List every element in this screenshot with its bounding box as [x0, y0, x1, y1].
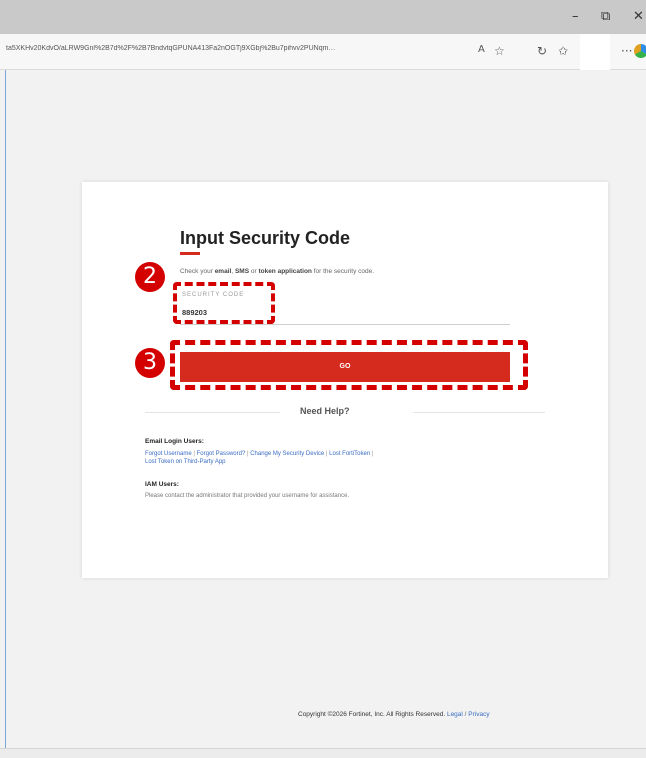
annotation-box-go-button [170, 340, 528, 390]
link-separator: | [371, 451, 374, 457]
page-title: Input Security Code [180, 228, 351, 248]
restore-button[interactable]: ⧉ [601, 9, 610, 24]
page-footer: Copyright ©2026 Fortinet, Inc. All Right… [298, 711, 490, 718]
title-accent-bar [180, 252, 200, 255]
need-help-heading: Need Help? [300, 406, 350, 416]
link-separator: | [325, 451, 328, 457]
favorite-star-icon[interactable]: ☆ [494, 44, 505, 58]
step-badge-3: 3 [135, 348, 165, 378]
change-security-device-link[interactable]: Change My Security Device [250, 451, 324, 457]
edge-logo-icon[interactable] [634, 44, 646, 58]
input-underline [180, 324, 510, 325]
lost-token-third-party-link[interactable]: Lost Token on Third-Party App [145, 459, 226, 465]
instruction-suffix: for the security code. [311, 268, 375, 275]
legal-link[interactable]: Legal [447, 711, 463, 718]
browser-window: – ⧉ ✕ ta5XKHv20KdvO/aLRW9Gnl%2B7d%2F%2B7… [0, 0, 646, 758]
read-aloud-icon[interactable]: A [478, 44, 485, 55]
iam-users-heading: IAM Users: [145, 481, 179, 488]
profile-area[interactable] [580, 34, 610, 70]
url-field[interactable]: ta5XKHv20KdvO/aLRW9Gnl%2B7d%2F%2B7Bndvtq… [6, 45, 458, 52]
title-bar: – ⧉ ✕ [0, 0, 646, 34]
link-separator: | [193, 451, 195, 457]
instruction-token: token application [258, 268, 312, 275]
instruction-sms: SMS [234, 268, 250, 275]
instruction-email: email [214, 268, 232, 275]
help-links: Forgot Username | Forgot Password? | Cha… [145, 450, 495, 466]
step-badge-2: 2 [135, 262, 165, 292]
close-button[interactable]: ✕ [633, 9, 644, 24]
forgot-username-link[interactable]: Forgot Username [145, 451, 192, 457]
annotation-box-security-code [173, 282, 275, 324]
lost-fortitoken-link[interactable]: Lost FortiToken [329, 451, 370, 457]
forgot-password-link[interactable]: Forgot Password? [197, 451, 246, 457]
divider-left [145, 412, 280, 413]
iam-help-text: Please contact the administrator that pr… [145, 493, 350, 499]
refresh-icon[interactable]: ↻ [537, 44, 547, 58]
collections-icon[interactable]: ✩ [558, 44, 568, 58]
instruction-text: Check your email, SMS or token applicati… [180, 268, 374, 275]
bottom-edge [0, 748, 646, 758]
address-bar: ta5XKHv20KdvO/aLRW9Gnl%2B7d%2F%2B7Bndvtq… [0, 34, 646, 70]
footer-slash: / [464, 711, 467, 718]
email-users-heading: Email Login Users: [145, 438, 204, 445]
privacy-link[interactable]: Privacy [468, 711, 489, 718]
divider-right [413, 412, 545, 413]
more-icon[interactable]: ··· [621, 44, 632, 58]
instruction-prefix: Check your [180, 268, 215, 275]
copyright-text: Copyright ©2026 Fortinet, Inc. All Right… [298, 711, 446, 718]
minimize-button[interactable]: – [572, 9, 579, 24]
link-separator: | [246, 451, 249, 457]
